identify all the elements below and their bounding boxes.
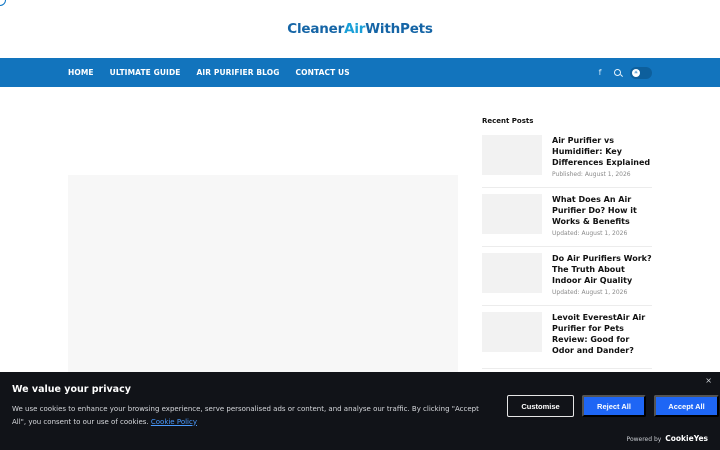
- sun-icon: ☀: [632, 68, 640, 77]
- main-nav: HOME ULTIMATE GUIDE AIR PURIFIER BLOG CO…: [0, 58, 720, 87]
- page: CleanerAirWithPets HOME ULTIMATE GUIDE A…: [0, 0, 720, 450]
- post-title[interactable]: Air Purifier vs Humidifier: Key Differen…: [552, 135, 652, 168]
- cookieyes-logo[interactable]: CookieYes: [665, 434, 708, 443]
- accept-all-button[interactable]: Accept All: [654, 395, 719, 417]
- nav-links: HOME ULTIMATE GUIDE AIR PURIFIER BLOG CO…: [68, 68, 596, 77]
- nav-contact-us[interactable]: CONTACT US: [296, 68, 350, 77]
- sidebar: Recent Posts Air Purifier vs Humidifier:…: [482, 117, 652, 369]
- post-date: Updated: August 1, 2026: [552, 230, 628, 237]
- recent-post[interactable]: Do Air Purifiers Work? The Truth About I…: [482, 247, 652, 306]
- logo-part-cleaner: Cleaner: [287, 21, 345, 37]
- nav-tools: f ☀: [596, 66, 652, 79]
- cookie-consent-banner: × We value your privacy We use cookies t…: [0, 372, 720, 450]
- site-logo[interactable]: CleanerAirWithPets: [287, 21, 433, 37]
- dark-mode-toggle[interactable]: ☀: [630, 66, 652, 79]
- site-header: CleanerAirWithPets: [0, 0, 720, 58]
- post-title[interactable]: Do Air Purifiers Work? The Truth About I…: [552, 253, 652, 286]
- reject-all-button[interactable]: Reject All: [582, 395, 646, 417]
- recent-post[interactable]: What Does An Air Purifier Do? How it Wor…: [482, 188, 652, 247]
- cookie-text: We use cookies to enhance your browsing …: [12, 405, 479, 426]
- powered-by-text: Powered by: [626, 436, 662, 443]
- post-date: Published: August 1, 2026: [552, 171, 631, 178]
- featured-image-placeholder: [68, 175, 458, 375]
- nav-ultimate-guide[interactable]: ULTIMATE GUIDE: [110, 68, 181, 77]
- cookie-policy-link[interactable]: Cookie Policy: [151, 418, 197, 426]
- post-title[interactable]: What Does An Air Purifier Do? How it Wor…: [552, 194, 652, 227]
- recent-post[interactable]: Levoit EverestAir Air Purifier for Pets …: [482, 306, 652, 369]
- logo-part-withpets: WithPets: [365, 21, 433, 37]
- close-icon[interactable]: ×: [705, 376, 712, 385]
- post-title[interactable]: Levoit EverestAir Air Purifier for Pets …: [552, 312, 652, 356]
- cookie-buttons: Customise Reject All Accept All: [507, 395, 719, 417]
- recent-posts-title: Recent Posts: [482, 117, 534, 125]
- facebook-icon[interactable]: f: [596, 68, 604, 77]
- post-thumbnail[interactable]: [482, 253, 542, 293]
- search-icon[interactable]: [613, 69, 621, 77]
- cookie-title: We value your privacy: [12, 384, 131, 395]
- post-thumbnail[interactable]: [482, 312, 542, 352]
- nav-air-purifier-blog[interactable]: AIR PURIFIER BLOG: [197, 68, 280, 77]
- post-date: Updated: August 1, 2026: [552, 289, 628, 296]
- recent-post[interactable]: Air Purifier vs Humidifier: Key Differen…: [482, 129, 652, 188]
- logo-part-air: Air: [344, 21, 366, 37]
- cookie-description: We use cookies to enhance your browsing …: [12, 403, 492, 428]
- post-thumbnail[interactable]: [482, 194, 542, 234]
- post-thumbnail[interactable]: [482, 135, 542, 175]
- customise-button[interactable]: Customise: [507, 395, 574, 417]
- nav-home[interactable]: HOME: [68, 68, 94, 77]
- powered-by: Powered by CookieYes: [627, 434, 708, 443]
